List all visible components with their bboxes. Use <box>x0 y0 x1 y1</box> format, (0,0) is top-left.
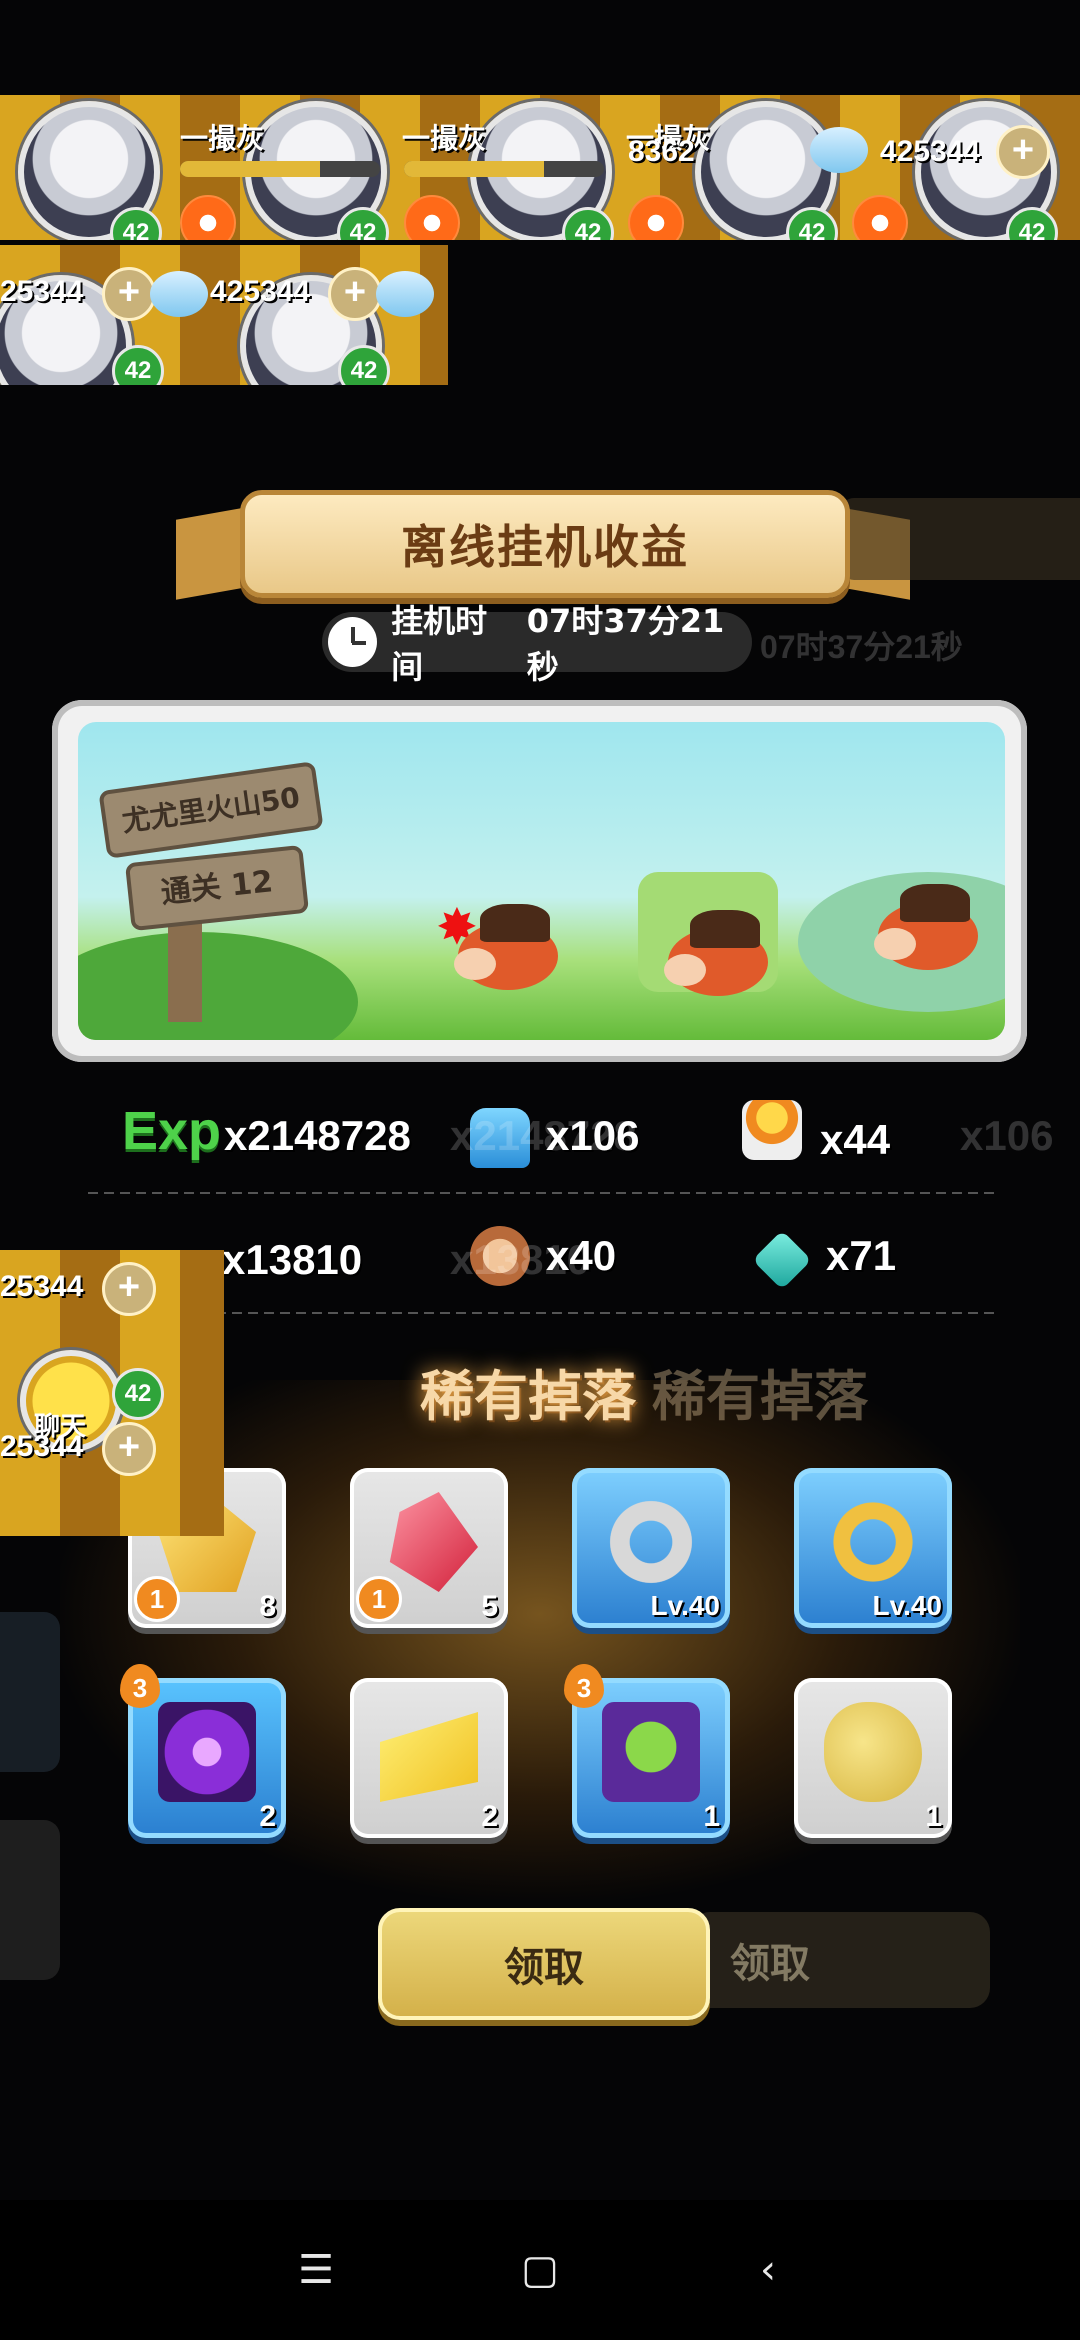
stage-progress: 通关 12 <box>124 844 310 932</box>
quantity-badge: 1 <box>356 1576 402 1622</box>
item-count: 2 <box>259 1800 276 1833</box>
add-gems-button[interactable]: + <box>102 267 156 321</box>
gem-icon <box>810 127 868 173</box>
rare-title-echo: 稀有掉落 <box>652 1365 868 1428</box>
item-level: Lv.40 <box>872 1590 942 1621</box>
torch-icon <box>742 1100 802 1160</box>
add-gems-button[interactable]: + <box>102 1422 156 1476</box>
stage-scene: 尤尤里火山50 通关 12 ✸ <box>78 722 1005 1040</box>
crystal-icon <box>752 1230 812 1290</box>
rare-drop-title: 稀有掉落 <box>420 1365 636 1428</box>
drop-item-cheese[interactable]: 2 <box>350 1678 508 1838</box>
red-crystal-icon <box>389 1492 478 1592</box>
divider <box>88 1192 994 1194</box>
boar-enemy <box>454 904 568 992</box>
gem-icon <box>150 271 208 317</box>
gem-count-echo: 25344 <box>0 1270 84 1303</box>
player-name: 一撮灰 <box>180 123 265 154</box>
ghost-banner-echo <box>840 498 1080 580</box>
home-icon[interactable]: ▢ <box>510 2245 570 2295</box>
potato-icon <box>824 1702 922 1802</box>
claim-button[interactable]: 领取 <box>378 1908 710 2020</box>
exp-bar-echo <box>404 161 604 177</box>
ghost-card-echo <box>0 1612 60 1772</box>
add-gems-button[interactable]: + <box>996 125 1050 179</box>
stone-amount: x13810 <box>222 1236 363 1283</box>
frog-pet-icon <box>602 1702 700 1802</box>
idle-timer: 挂机时间 07时37分21秒 <box>322 602 752 686</box>
stone-amount-echo: x13810 <box>450 1236 591 1283</box>
stage-signpost: 尤尤里火山50 通关 12 <box>98 761 328 1022</box>
exp-bar <box>180 161 380 177</box>
gem-icon <box>376 271 434 317</box>
drop-item-potato[interactable]: 1 <box>794 1678 952 1838</box>
clock-icon <box>328 617 378 667</box>
add-gems-button[interactable]: + <box>102 1262 156 1316</box>
gem-count-echo: 25344 <box>0 1430 84 1463</box>
chat-overlay-echo: 25344 + 聊天 42 25344 + <box>0 1250 224 1536</box>
coin-count: 8362 <box>628 135 695 168</box>
silver-ring-icon <box>602 1492 700 1592</box>
drop-item-gold-bracelet[interactable]: Lv.40 <box>794 1468 952 1628</box>
torch-amount: x44 <box>820 1116 891 1163</box>
claim-button-echo: 领取 <box>690 1912 990 2008</box>
timer-value-echo: 07时37分21秒 <box>760 629 963 665</box>
gem-count-echo: 425344 <box>210 275 311 308</box>
quantity-badge: 1 <box>134 1576 180 1622</box>
item-count: 2 <box>481 1800 498 1833</box>
crystal-amount: x71 <box>826 1232 897 1279</box>
item-count: 1 <box>925 1800 942 1833</box>
timer-value: 07时37分21秒 <box>526 602 725 686</box>
player-hud-echo: 25344 + 425344 + 42 42 <box>0 245 448 385</box>
drop-item-dark-bow[interactable]: 3 2 <box>120 1664 286 1838</box>
gem-count-echo: 25344 <box>0 275 84 308</box>
menu-icon[interactable]: ☰ <box>286 2245 346 2295</box>
level-badge-echo: 42 <box>112 1368 164 1420</box>
timer-label: 挂机时间 <box>391 602 488 686</box>
item-count: 8 <box>259 1590 276 1623</box>
item-count: 1 <box>703 1800 720 1833</box>
player-hud-strip: 42 42 42 42 42 一撮灰 一撮灰 一撮灰 8362 425344 + <box>0 95 1080 240</box>
offline-rewards-title: 离线挂机收益 <box>240 490 850 598</box>
exp-amount: x2148728 <box>224 1112 411 1159</box>
exp-icon: Exp <box>122 1101 222 1161</box>
boar-enemy <box>874 884 988 972</box>
cheese-icon <box>380 1712 478 1802</box>
drop-item-silver-ring[interactable]: Lv.40 <box>572 1468 730 1628</box>
ghost-card-echo <box>0 1820 60 1980</box>
shirt-amount-echo: x106 <box>960 1112 1054 1159</box>
gem-count: 425344 <box>880 135 981 168</box>
exp-amount-echo: x2148728 <box>450 1112 637 1159</box>
add-gems-button[interactable]: + <box>328 267 382 321</box>
gold-bracelet-icon <box>824 1492 922 1592</box>
stage-name: 尤尤里火山50 <box>98 761 324 859</box>
player-name-echo: 一撮灰 <box>402 123 487 154</box>
drop-item-frog-pet[interactable]: 3 1 <box>564 1664 730 1838</box>
star-badge: 3 <box>564 1664 604 1708</box>
item-count: 5 <box>481 1590 498 1623</box>
drop-item-red-crystal[interactable]: 1 5 <box>350 1468 508 1628</box>
item-level: Lv.40 <box>650 1590 720 1621</box>
back-icon[interactable]: ‹ <box>738 2245 798 2295</box>
boar-enemy <box>664 910 778 998</box>
star-badge: 3 <box>120 1664 160 1708</box>
dark-bow-icon <box>158 1702 256 1802</box>
